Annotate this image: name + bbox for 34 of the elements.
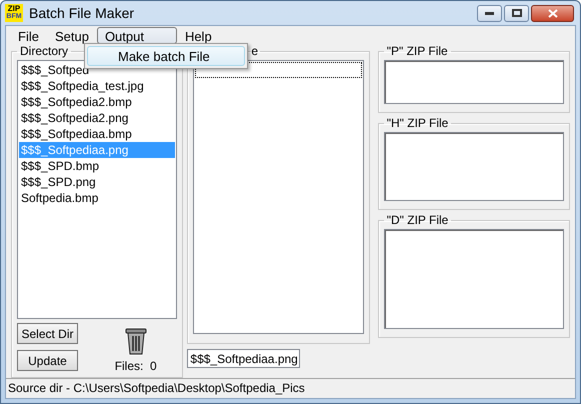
group-label: "D" ZIP File <box>386 213 450 227</box>
file-list-item[interactable]: $$$_Softpedia2.bmp <box>19 94 176 110</box>
file-name-field[interactable]: $$$_Softpediaa.png <box>187 349 300 368</box>
file-list[interactable]: $$$_Softped $$$_Softpedia_test.jpg $$$_Softpedia2.bmp $$$_Softpedia2.png $$$_Softpediaa.bmp $$$_Softpediaa.png $$$_SPD.bmp $$$_SPD.png Softpedia.bmp <box>17 60 178 319</box>
action-button[interactable]: Select Dir <box>17 323 78 344</box>
group-label: Directory <box>19 44 70 58</box>
menu-item[interactable]: File <box>10 26 47 44</box>
close-button[interactable] <box>531 4 574 22</box>
group-label: e <box>251 44 260 58</box>
status-bar: Source dir - C:\Users\Softpedia\Desktop\Softpedia_Pics <box>6 378 575 398</box>
menu-item[interactable]: Output <box>96 26 177 44</box>
file-list-item[interactable]: $$$_SPD.png <box>19 174 176 190</box>
trash-can-icon[interactable] <box>124 327 147 355</box>
minimize-button[interactable] <box>477 4 502 22</box>
maximize-button[interactable] <box>504 4 529 22</box>
file-list-item[interactable]: $$$_Softpedia2.png <box>19 110 176 126</box>
close-icon <box>548 8 558 18</box>
window-title: Batch File Maker <box>29 5 136 21</box>
group-label: "H" ZIP File <box>386 116 450 130</box>
menu-item[interactable]: Help <box>176 26 220 44</box>
maximize-icon <box>512 9 522 17</box>
file-list-item[interactable]: $$$_SPD.bmp <box>19 158 176 174</box>
group-label: "P" ZIP File <box>386 44 449 58</box>
file-list-item[interactable]: $$$_Softpedia_test.jpg <box>19 78 176 94</box>
menu-item[interactable]: Make batch File <box>87 46 245 66</box>
zip-file-box[interactable] <box>384 132 564 201</box>
minimize-icon <box>485 12 494 14</box>
menu-item[interactable]: Setup <box>46 26 97 44</box>
action-button[interactable]: Update <box>17 350 78 371</box>
files-count: Files: 0 <box>114 359 157 373</box>
zip-file-box[interactable] <box>384 60 564 104</box>
zip-file-box[interactable] <box>384 229 564 329</box>
file-list-item[interactable]: Softpedia.bmp <box>19 190 176 206</box>
file-list-item[interactable]: $$$_Softpediaa.bmp <box>19 126 176 142</box>
